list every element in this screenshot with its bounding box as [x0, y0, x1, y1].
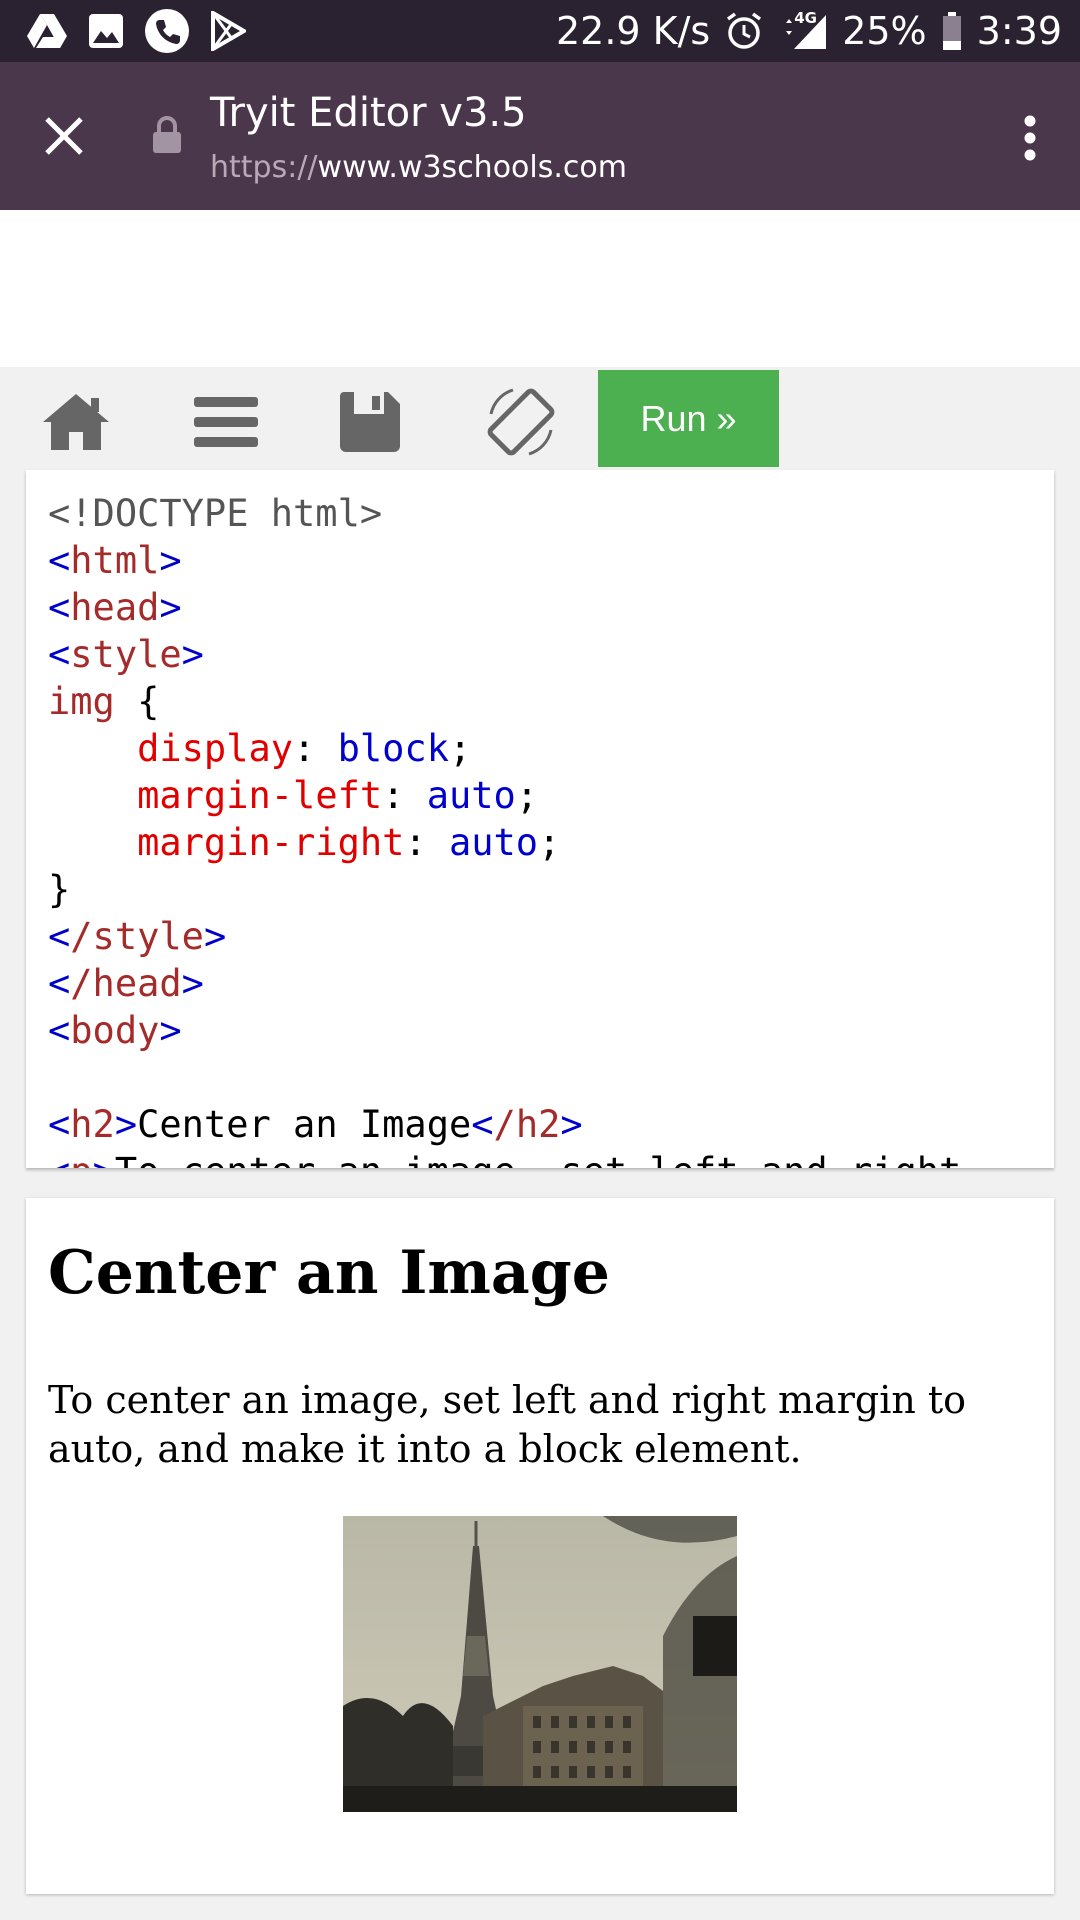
result-paragraph: To center an image, set left and right m… [48, 1378, 967, 1471]
code-value: auto [426, 774, 516, 817]
drive-icon [26, 12, 68, 50]
lock-icon [152, 116, 182, 158]
editor-toolbar: Run » [0, 367, 1080, 472]
browser-header: Tryit Editor v3.5 https://www.w3schools.… [0, 62, 1080, 210]
code-prop: margin-right [137, 821, 405, 864]
more-vert-icon [1024, 115, 1036, 161]
code-prop: margin-left [137, 774, 383, 817]
gallery-icon [88, 13, 124, 49]
url-scheme: https:// [210, 150, 318, 185]
rotate-button[interactable] [482, 377, 560, 467]
code-tag-p: p [70, 1150, 92, 1168]
phone-icon [144, 8, 190, 54]
result-frame: Center an Image To center an image, set … [26, 1198, 1054, 1894]
page-url[interactable]: https://www.w3schools.com [210, 150, 627, 185]
overflow-menu-button[interactable] [1000, 102, 1060, 174]
code-tag-head: head [70, 586, 160, 629]
rotate-icon [487, 388, 555, 456]
page-title: Tryit Editor v3.5 [210, 90, 527, 136]
code-open-brace: { [114, 680, 160, 723]
code-tag-head-close: /head [70, 962, 182, 1005]
hamburger-icon [194, 397, 258, 447]
signal-4g-icon: 4G [778, 9, 828, 51]
home-button[interactable] [40, 377, 112, 467]
net-speed: 22.9 K/s [555, 9, 711, 53]
close-button[interactable] [30, 102, 98, 170]
run-button[interactable]: Run » [598, 370, 779, 467]
status-bar: 22.9 K/s 4G 25% 3:39 [0, 0, 1080, 62]
code-tag-html: html [70, 539, 160, 582]
code-value: block [337, 727, 449, 770]
battery-icon [941, 11, 963, 51]
code-tag-style-close: /style [70, 915, 204, 958]
play-store-icon [210, 11, 246, 51]
home-icon [43, 394, 109, 450]
result-heading: Center an Image [48, 1238, 610, 1308]
ad-area [0, 210, 1080, 367]
menu-button[interactable] [192, 377, 260, 467]
code-tag-body: body [70, 1009, 160, 1052]
code-prop: display [137, 727, 294, 770]
url-host: www.w3schools.com [317, 150, 627, 185]
code-close-brace: } [48, 868, 71, 911]
code-editor[interactable]: <!DOCTYPE html> <html> <head> <style> im… [26, 470, 1054, 1168]
code-tag-h2-close: /h2 [493, 1103, 561, 1146]
code-h2-text: Center an Image [137, 1103, 472, 1146]
code-tag-h2: h2 [70, 1103, 115, 1146]
code-selector: img [48, 680, 115, 723]
save-icon [340, 392, 400, 452]
code-text[interactable]: <!DOCTYPE html> <html> <head> <style> im… [48, 490, 961, 1168]
close-icon [45, 117, 83, 155]
code-p-text: To center an image, set left and right [115, 1150, 961, 1168]
save-button[interactable] [338, 377, 402, 467]
battery-percent: 25% [842, 9, 927, 53]
network-type: 4G [794, 9, 817, 27]
paris-image [343, 1516, 737, 1812]
code-value: auto [448, 821, 539, 864]
code-doctype: <!DOCTYPE html> [48, 492, 383, 535]
code-tag-style: style [70, 633, 182, 676]
clock: 3:39 [976, 9, 1062, 53]
alarm-icon [724, 11, 764, 51]
